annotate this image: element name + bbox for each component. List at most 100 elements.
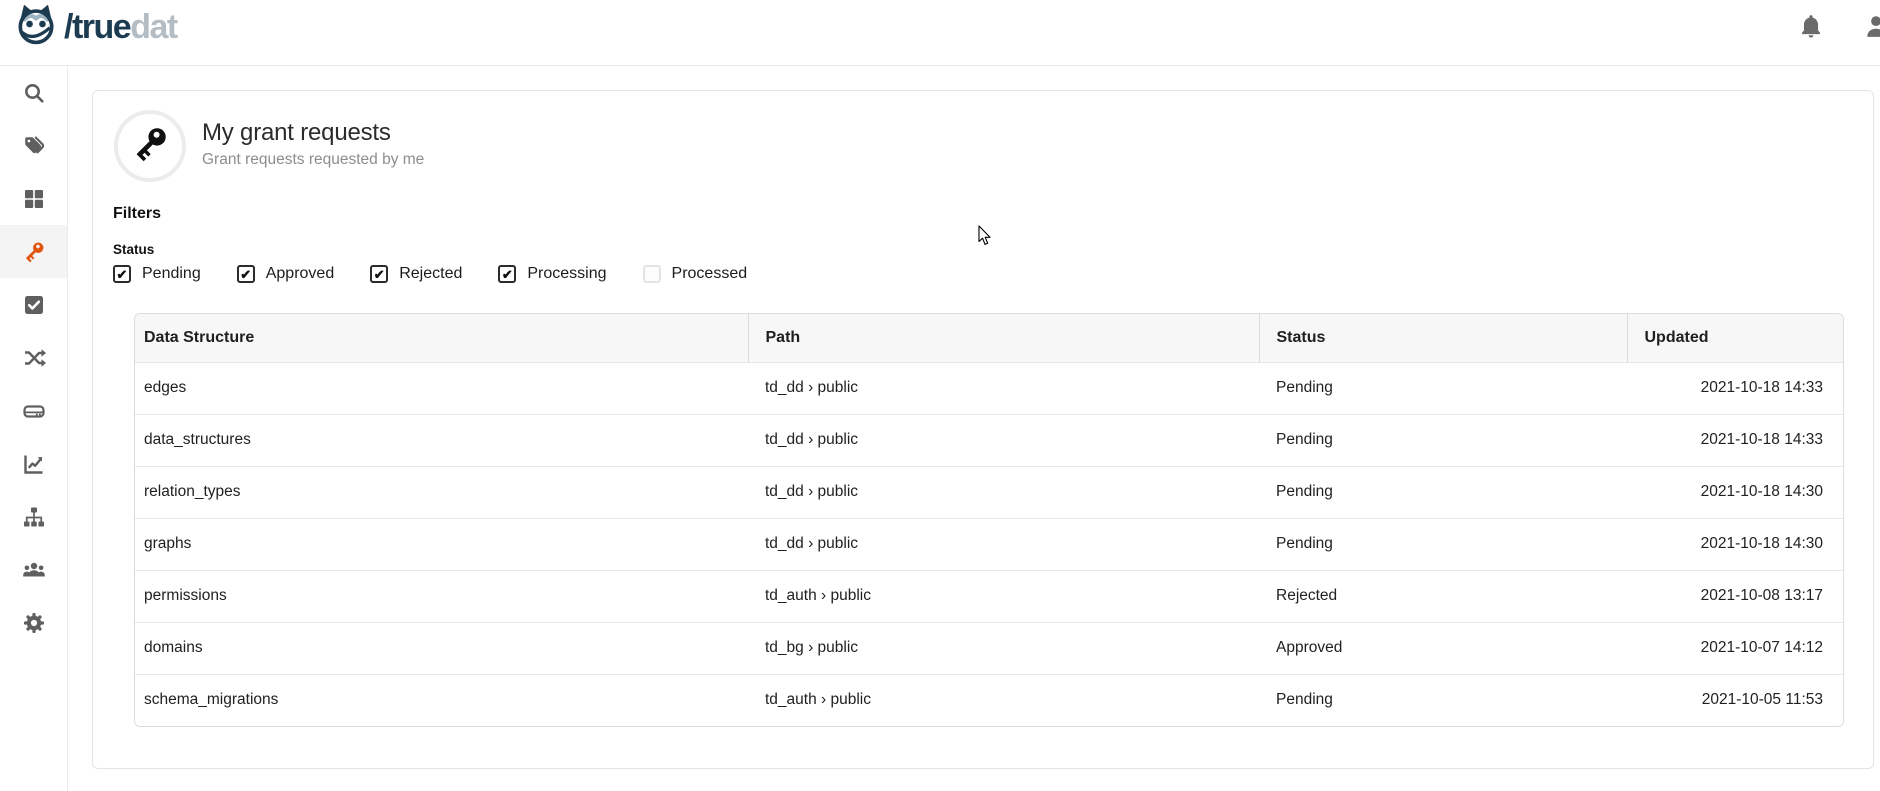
cell-data-structure: graphs [135, 518, 748, 570]
truedat-logo[interactable]: /truedat [12, 2, 177, 51]
cell-status: Rejected [1259, 570, 1627, 622]
sidebar-item-structures[interactable] [0, 490, 67, 543]
avatar [114, 110, 186, 182]
key-icon [130, 124, 170, 169]
cell-updated: 2021-10-18 14:33 [1627, 362, 1843, 414]
sidebar-item-grant-requests[interactable] [0, 225, 67, 278]
column-header-data-structure[interactable]: Data Structure [135, 314, 748, 362]
filters-heading: Filters [113, 205, 161, 223]
sidebar-item-tasks[interactable] [0, 278, 67, 331]
logo-word-primary: true [72, 8, 130, 46]
tags-icon [22, 134, 46, 158]
cell-data-structure: domains [135, 622, 748, 674]
status-filter-group: ✔ Pending ✔ Approved ✔ Rejected ✔ Processing Pro… [113, 265, 783, 283]
sidebar-item-lineage[interactable] [0, 331, 67, 384]
cell-data-structure: permissions [135, 570, 748, 622]
cell-data-structure: relation_types [135, 466, 748, 518]
sidebar-item-tags[interactable] [0, 119, 67, 172]
cell-updated: 2021-10-07 14:12 [1627, 622, 1843, 674]
cell-path: td_bg › public [748, 622, 1259, 674]
user-menu-button[interactable] [1863, 13, 1880, 39]
shuffle-icon [22, 346, 46, 370]
table-row-data_structures[interactable]: data_structurestd_dd › publicPending2021… [135, 414, 1843, 466]
filter-option-label: Approved [266, 265, 335, 283]
filter-option-label: Processed [672, 265, 748, 283]
check-square-icon [22, 293, 46, 317]
user-icon [1863, 26, 1880, 43]
column-header-path[interactable]: Path [748, 314, 1259, 362]
grant-requests-table-wrap: Data StructurePathStatusUpdated edgestd_… [134, 313, 1844, 727]
notifications-button[interactable] [1798, 13, 1824, 39]
table-row-edges[interactable]: edgestd_dd › publicPending2021-10-18 14:… [135, 362, 1843, 414]
cell-data-structure: edges [135, 362, 748, 414]
top-bar: /truedat [0, 0, 1880, 66]
table-row-graphs[interactable]: graphstd_dd › publicPending2021-10-18 14… [135, 518, 1843, 570]
cell-updated: 2021-10-18 14:30 [1627, 518, 1843, 570]
cell-status: Pending [1259, 362, 1627, 414]
grant-requests-table: Data StructurePathStatusUpdated edgestd_… [135, 314, 1843, 726]
table-header: Data StructurePathStatusUpdated [135, 314, 1843, 362]
cell-path: td_dd › public [748, 362, 1259, 414]
cell-path: td_auth › public [748, 674, 1259, 726]
sitemap-icon [22, 505, 46, 529]
cell-path: td_dd › public [748, 414, 1259, 466]
sidebar-item-dashboard[interactable] [0, 172, 67, 225]
users-icon [22, 558, 46, 582]
filter-option-rejected[interactable]: ✔ Rejected [370, 265, 462, 283]
cell-path: td_auth › public [748, 570, 1259, 622]
sidebar-item-data-sources[interactable] [0, 384, 67, 437]
cell-status: Pending [1259, 414, 1627, 466]
sidebar-item-users[interactable] [0, 543, 67, 596]
cell-updated: 2021-10-18 14:30 [1627, 466, 1843, 518]
app-root: /truedat [0, 0, 1880, 791]
filter-option-processed[interactable]: Processed [643, 265, 748, 283]
table-row-domains[interactable]: domainstd_bg › publicApproved2021-10-07 … [135, 622, 1843, 674]
table-row-schema_migrations[interactable]: schema_migrationstd_auth › publicPending… [135, 674, 1843, 726]
table-body: edgestd_dd › publicPending2021-10-18 14:… [135, 362, 1843, 726]
filter-option-label: Processing [527, 265, 606, 283]
logo-slash: / [64, 8, 72, 46]
sidebar-item-charts[interactable] [0, 437, 67, 490]
column-header-updated[interactable]: Updated [1627, 314, 1843, 362]
sidebar-nav [0, 66, 68, 791]
filter-option-pending[interactable]: ✔ Pending [113, 265, 201, 283]
cell-path: td_dd › public [748, 466, 1259, 518]
cell-path: td_dd › public [748, 518, 1259, 570]
dashboard-icon [22, 187, 46, 211]
page-header: My grant requests Grant requests request… [114, 110, 424, 182]
logo-wordmark: /truedat [64, 5, 177, 49]
table-row-relation_types[interactable]: relation_typestd_dd › publicPending2021-… [135, 466, 1843, 518]
sidebar-item-settings[interactable] [0, 596, 67, 649]
checkbox-checked-pending[interactable]: ✔ [113, 265, 131, 283]
cell-updated: 2021-10-18 14:33 [1627, 414, 1843, 466]
server-icon [22, 399, 46, 423]
status-filter-label: Status [113, 242, 154, 257]
column-header-status[interactable]: Status [1259, 314, 1627, 362]
filter-option-approved[interactable]: ✔ Approved [237, 265, 335, 283]
filter-option-label: Rejected [399, 265, 462, 283]
cell-status: Approved [1259, 622, 1627, 674]
page-subtitle: Grant requests requested by me [202, 151, 424, 169]
filter-option-processing[interactable]: ✔ Processing [498, 265, 606, 283]
cell-status: Pending [1259, 518, 1627, 570]
chart-icon [22, 452, 46, 476]
cell-updated: 2021-10-08 13:17 [1627, 570, 1843, 622]
checkbox-unchecked-processed[interactable] [643, 265, 661, 283]
checkbox-checked-rejected[interactable]: ✔ [370, 265, 388, 283]
page-titles: My grant requests Grant requests request… [202, 119, 424, 182]
sidebar-item-search[interactable] [0, 66, 67, 119]
cell-status: Pending [1259, 674, 1627, 726]
gear-icon [22, 611, 46, 635]
cell-status: Pending [1259, 466, 1627, 518]
owl-icon [12, 2, 60, 51]
filter-option-label: Pending [142, 265, 201, 283]
cell-data-structure: schema_migrations [135, 674, 748, 726]
checkbox-checked-approved[interactable]: ✔ [237, 265, 255, 283]
checkbox-checked-processing[interactable]: ✔ [498, 265, 516, 283]
bell-icon [1798, 26, 1824, 43]
search-icon [22, 81, 46, 105]
grant-requests-card: My grant requests Grant requests request… [92, 90, 1874, 769]
logo-word-secondary: dat [130, 8, 177, 46]
table-row-permissions[interactable]: permissionstd_auth › publicRejected2021-… [135, 570, 1843, 622]
page-title: My grant requests [202, 119, 424, 147]
